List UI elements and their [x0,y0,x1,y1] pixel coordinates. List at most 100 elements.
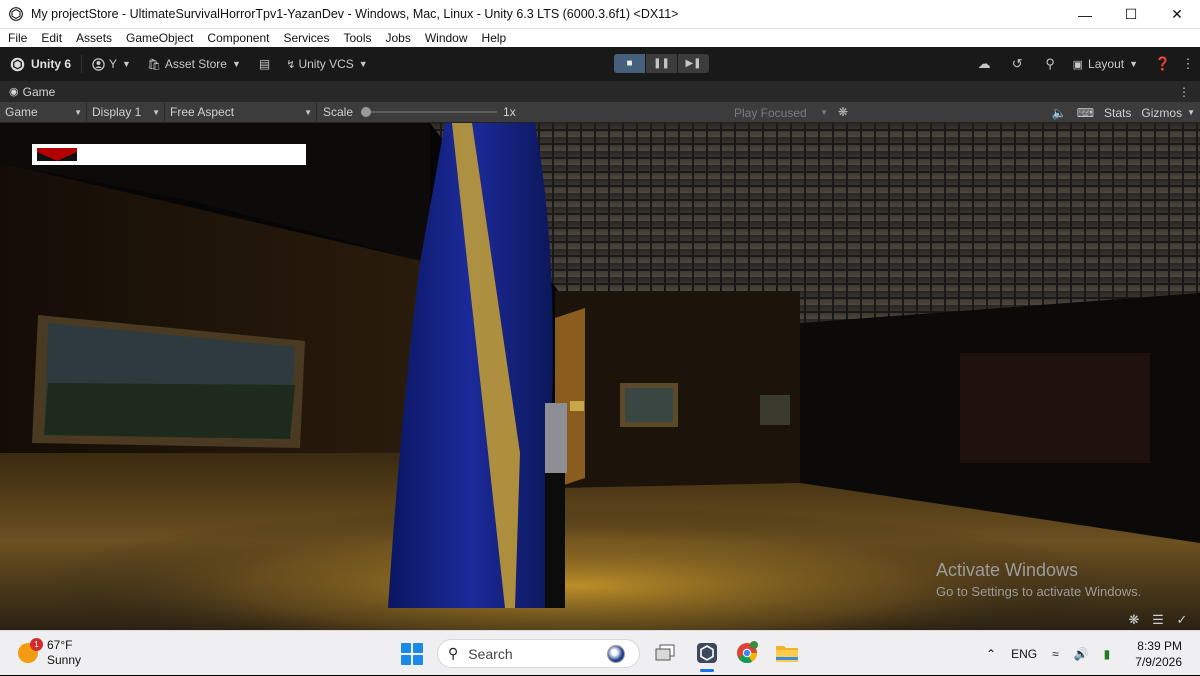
menu-edit[interactable]: Edit [41,31,62,45]
tab-game[interactable]: ◉ Game [9,85,55,99]
health-bar-fill [37,148,77,161]
menu-assets[interactable]: Assets [76,31,112,45]
menu-help[interactable]: Help [482,31,507,45]
account-dropdown[interactable]: Y ▼ [92,57,131,71]
chevron-down-icon: ▼ [820,108,828,117]
weather-widget[interactable]: 1 67°F Sunny [18,638,81,668]
display-dropdown[interactable]: Display 1 ▼ [87,101,165,123]
battery-icon[interactable]: ▮ [1104,647,1111,661]
activate-windows-title: Activate Windows [936,560,1079,580]
menu-component[interactable]: Component [207,31,269,45]
checkmark-circle-icon[interactable]: ✓ [1170,612,1194,628]
window-title: My projectStore - UltimateSurvivalHorror… [31,7,679,21]
keyboard-icon[interactable]: ⌨ [1072,106,1099,120]
task-view-icon[interactable] [652,640,678,666]
scale-label: Scale [323,105,354,119]
minimize-icon[interactable]: — [1062,0,1108,29]
aspect-dropdown[interactable]: Free Aspect ▼ [165,101,317,123]
play-mode-label: Play Focused [734,105,807,120]
volume-icon[interactable]: 🔊 [1074,647,1089,661]
account-label: Y [109,57,118,71]
chevron-down-icon: ▼ [152,107,160,117]
gamepad-icon: ◉ [9,86,19,98]
menu-tools[interactable]: Tools [343,31,371,45]
layout-label: Layout [1088,57,1125,71]
menu-bar: File Edit Assets GameObject Component Se… [0,29,1200,47]
close-icon[interactable]: ✕ [1154,0,1200,29]
stop-button[interactable]: ■ [614,54,645,73]
account-icon [92,57,105,71]
chevron-down-icon: ▼ [358,59,368,69]
search-highlight-icon [607,645,625,663]
menu-services[interactable]: Services [283,31,329,45]
step-button[interactable]: ▶❚ [678,54,709,73]
language-indicator[interactable]: ENG [1011,647,1037,661]
layout-icon: ▣ [1072,58,1084,71]
taskbar-clock[interactable]: 8:39 PM 7/9/2026 [1135,638,1182,670]
game-tab-row: ◉ Game ⋮ [0,81,1200,102]
bug-off-icon[interactable]: ❋ [1122,612,1146,628]
asset-store-dropdown[interactable]: 🛍 Asset Store ▼ [147,57,241,71]
maximize-icon[interactable]: ☐ [1108,0,1154,29]
menu-jobs[interactable]: Jobs [385,31,410,45]
windows-taskbar: 1 67°F Sunny ⚲ Search ⌃ ENG ≈ 🔊 ▮ 8:39 P… [0,630,1200,675]
aspect-label: Free Aspect [170,105,235,119]
search-icon[interactable]: ⚲ [1034,56,1067,72]
chevron-down-icon[interactable]: ▼ [1187,108,1200,117]
menu-gameobject[interactable]: GameObject [126,31,193,45]
shopping-bag-icon: 🛍 [146,58,161,71]
chevron-down-icon: ▼ [74,107,82,117]
search-label: Search [468,645,513,662]
unity-version-label: Unity 6 [31,57,72,71]
unity-taskbar-icon[interactable] [694,640,720,672]
layout-dropdown[interactable]: ▣ Layout ▼ [1073,57,1138,71]
scale-slider[interactable] [361,107,498,117]
file-explorer-icon[interactable] [774,640,800,666]
audio-mute-icon[interactable]: 🔈 [1047,106,1072,120]
layers-icon[interactable]: ☰ [1146,612,1170,628]
unity-version-button[interactable]: Unity 6 [10,57,71,72]
menu-file[interactable]: File [8,31,27,45]
version-control-icon: ↯ [286,58,296,71]
asset-store-label: Asset Store [164,57,227,71]
chrome-icon[interactable] [734,640,760,666]
system-tray: ⌃ ENG ≈ 🔊 ▮ [986,631,1125,676]
scale-slider-handle[interactable] [361,107,372,117]
health-bar [32,144,306,165]
display-label: Display 1 [92,105,142,119]
bug-icon[interactable]: ❋ [838,105,848,119]
game-viewport[interactable]: Activate Windows Go to Settings to activ… [0,123,1200,630]
play-mode-dropdown[interactable]: Play Focused ▼ [730,102,832,123]
weather-temperature: 67°F [47,638,73,652]
game-view-toolbar: Game ▼ Display 1 ▼ Free Aspect ▼ Scale 1… [0,101,1200,123]
window-title-bar: My projectStore - UltimateSurvivalHorror… [0,0,1200,29]
chevron-down-icon: ▼ [122,59,131,69]
help-icon[interactable]: ❓ [1150,56,1176,72]
chevron-down-icon: ▼ [304,107,312,117]
clock-date: 7/9/2026 [1135,655,1182,669]
pause-button[interactable]: ❚❚ [646,54,677,73]
taskbar-search[interactable]: ⚲ Search [437,639,640,668]
unity-vcs-dropdown[interactable]: ↯ Unity VCS ▼ [286,57,368,71]
kebab-menu-icon[interactable]: ⋮ [1176,56,1200,72]
clock-time: 8:39 PM [1137,639,1182,653]
chevron-down-icon: ▼ [231,59,241,69]
scale-control: Scale 1x [323,105,516,119]
tab-game-label: Game [22,84,56,99]
cloud-icon[interactable]: ☁ [968,56,1001,72]
menu-window[interactable]: Window [425,31,468,45]
kebab-menu-icon[interactable]: ⋮ [1178,85,1190,99]
stats-button[interactable]: Stats [1099,106,1136,120]
view-type-dropdown[interactable]: Game ▼ [0,101,87,123]
gizmos-button[interactable]: Gizmos [1136,106,1187,120]
chevron-up-icon[interactable]: ⌃ [986,647,996,661]
sun-icon: 1 [18,638,43,663]
unity-app-icon [9,7,23,21]
history-icon[interactable]: ↺ [1001,56,1034,72]
wifi-icon[interactable]: ≈ [1052,647,1059,661]
play-controls: ■ ❚❚ ▶❚ [614,54,710,73]
windows-start-icon[interactable] [401,643,423,665]
view-type-label: Game [5,105,38,119]
package-icon[interactable]: ▤ [259,57,270,71]
main-toolbar: Unity 6 Y ▼ 🛍 Asset Store ▼ ▤ ↯ Unity VC… [0,47,1200,81]
